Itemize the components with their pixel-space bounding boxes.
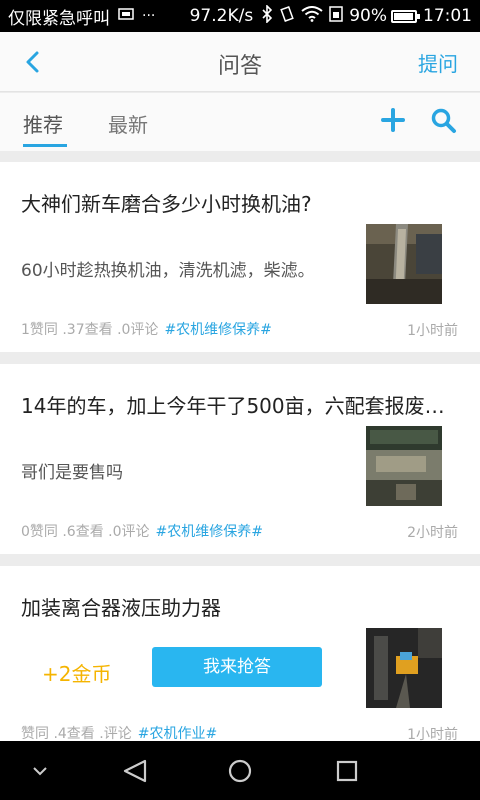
question-thumbnail[interactable]	[366, 224, 442, 304]
topic-tag[interactable]: #农机作业#	[138, 726, 217, 742]
answer-snippet: 60小时趁热换机油，清洗机滤，柴滤。	[21, 261, 315, 281]
home-nav-button[interactable]	[215, 741, 265, 800]
question-stats: 赞同 .4查看 .评论 #农机作业#	[21, 723, 217, 743]
vibrate-icon	[279, 5, 295, 27]
battery-percent: 90%	[349, 6, 387, 26]
question-stats: 1赞同 .37查看 .0评论 #农机维修保养#	[21, 319, 272, 339]
tab-recommended[interactable]: 推荐	[23, 109, 63, 138]
chevron-down-icon	[33, 766, 47, 775]
wifi-icon	[301, 5, 323, 27]
tab-bar: 推荐 最新	[0, 93, 480, 151]
question-thumbnail[interactable]	[366, 628, 442, 708]
app-header: 问答 提问	[0, 32, 480, 92]
answer-now-button[interactable]: 我来抢答	[152, 647, 322, 687]
carrier-text: 仅限紧急呼叫	[8, 8, 110, 29]
search-icon[interactable]	[430, 107, 458, 135]
topic-tag[interactable]: #农机维修保养#	[156, 524, 263, 540]
bluetooth-icon	[261, 3, 273, 28]
status-bar: 仅限紧急呼叫 ··· 97.2K/s 90% 17:01	[0, 0, 480, 32]
more-dots: ···	[142, 8, 156, 24]
recents-nav-button[interactable]	[322, 741, 372, 800]
circle-home-icon	[228, 759, 252, 782]
add-icon[interactable]	[380, 107, 406, 139]
post-time: 2小时前	[407, 525, 458, 541]
question-card[interactable]: 大神们新车磨合多少小时换机油? 60小时趁热换机油，清洗机滤，柴滤。 1赞同 .…	[0, 162, 480, 352]
topic-tag[interactable]: #农机维修保养#	[164, 322, 271, 338]
question-title[interactable]: 大神们新车磨合多少小时换机油?	[21, 188, 461, 217]
sim-signal-icon	[329, 5, 343, 27]
question-card[interactable]: 14年的车，加上今年干了500亩，六配套报废… 哥们是要售吗 0赞同 .6查看 …	[0, 364, 480, 554]
answer-snippet: 哥们是要售吗	[21, 463, 123, 483]
question-card[interactable]: 加装离合器液压助力器 +2金币 我来抢答 赞同 .4查看 .评论 #农机作业# 1…	[0, 566, 480, 743]
stats-text: 1赞同 .37查看 .0评论	[21, 322, 159, 338]
stats-text: 赞同 .4查看 .评论	[21, 726, 132, 742]
clock: 17:01	[423, 6, 472, 26]
tab-latest[interactable]: 最新	[108, 109, 148, 138]
triangle-back-icon	[123, 759, 147, 782]
question-stats: 0赞同 .6查看 .0评论 #农机维修保养#	[21, 521, 263, 541]
coin-reward: +2金币	[42, 662, 112, 686]
question-title[interactable]: 14年的车，加上今年干了500亩，六配套报废…	[21, 390, 461, 419]
page-title: 问答	[217, 54, 262, 79]
back-nav-button[interactable]	[110, 741, 160, 800]
ask-question-button[interactable]: 提问	[418, 48, 458, 77]
system-nav-bar	[0, 741, 480, 800]
stats-text: 0赞同 .6查看 .0评论	[21, 524, 150, 540]
question-title[interactable]: 加装离合器液压助力器	[21, 592, 461, 621]
hide-nav-button[interactable]	[20, 741, 60, 800]
question-thumbnail[interactable]	[366, 426, 442, 506]
post-time: 1小时前	[407, 323, 458, 339]
active-tab-indicator	[23, 144, 67, 147]
sim-icon	[118, 8, 134, 24]
battery-icon	[391, 9, 420, 23]
square-recents-icon	[336, 760, 358, 781]
network-speed: 97.2K/s	[189, 6, 254, 26]
